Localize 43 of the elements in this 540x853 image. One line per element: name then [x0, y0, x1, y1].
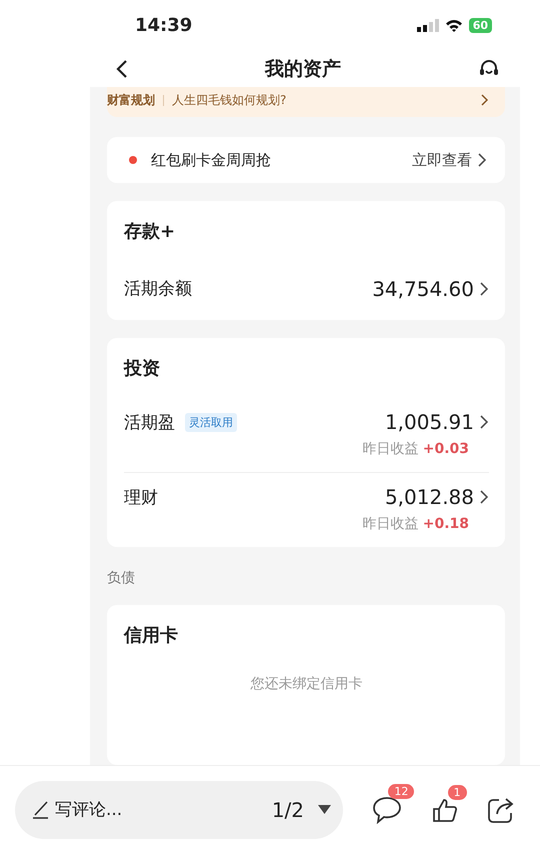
view-link[interactable]: 立即查看 — [412, 150, 472, 170]
row-label: 理财 — [124, 486, 158, 508]
earnings-value: +0.18 — [422, 516, 469, 532]
chevron-icon — [481, 94, 489, 106]
chevron-icon — [480, 490, 489, 504]
amount[interactable]: 1,005.91 — [384, 410, 474, 434]
signal-icon — [416, 18, 439, 32]
section-label: 负债 — [107, 569, 136, 587]
count-badge: 12 — [388, 784, 414, 798]
comment-icon[interactable] — [372, 796, 402, 824]
row-label: 活期盈 — [124, 412, 175, 434]
chevron-icon — [480, 282, 489, 296]
pencil-icon — [32, 800, 51, 819]
row-label: 活期余额 — [124, 278, 192, 300]
chevron-icon — [480, 415, 489, 429]
thumbs-up-icon[interactable] — [432, 796, 458, 822]
count-badge: 1 — [448, 784, 467, 800]
comment-field[interactable]: 写评论... 1/2 — [15, 780, 343, 838]
feature-tag: 灵活取用 — [185, 412, 237, 432]
section-title: 存款+ — [124, 220, 176, 244]
back-icon[interactable] — [116, 58, 128, 79]
dropdown-icon[interactable] — [318, 805, 331, 814]
bullet-dot-icon — [129, 156, 137, 164]
share-icon[interactable] — [486, 796, 515, 824]
earnings-label: 昨日收益 — [362, 516, 419, 532]
banner-tag: 财富规划 — [107, 92, 155, 108]
promo-card[interactable]: 红包刷卡金周周抢 立即查看 — [107, 137, 505, 183]
earnings-label: 昨日收益 — [362, 441, 419, 457]
earnings-value: +0.03 — [422, 441, 469, 457]
banner[interactable]: 财富规划 人生四毛钱如何规划? — [107, 87, 505, 117]
amount[interactable]: 5,012.88 — [384, 485, 474, 509]
section-title: 投资 — [124, 357, 161, 381]
section-title: 信用卡 — [124, 624, 179, 648]
banner-text: 人生四毛钱如何规划? — [172, 92, 288, 108]
amount[interactable]: 34,754.60 — [372, 276, 474, 300]
page-indicator[interactable]: 1/2 — [272, 798, 304, 822]
wifi-icon — [444, 18, 463, 32]
status-time: 14:39 — [135, 14, 192, 36]
page-title: 我的资产 — [265, 56, 341, 82]
empty-message: 您还未绑定信用卡 — [250, 675, 364, 693]
chevron-icon — [478, 153, 487, 167]
battery-icon: 60 — [468, 18, 492, 33]
promo-text: 红包刷卡金周周抢 — [151, 150, 272, 170]
